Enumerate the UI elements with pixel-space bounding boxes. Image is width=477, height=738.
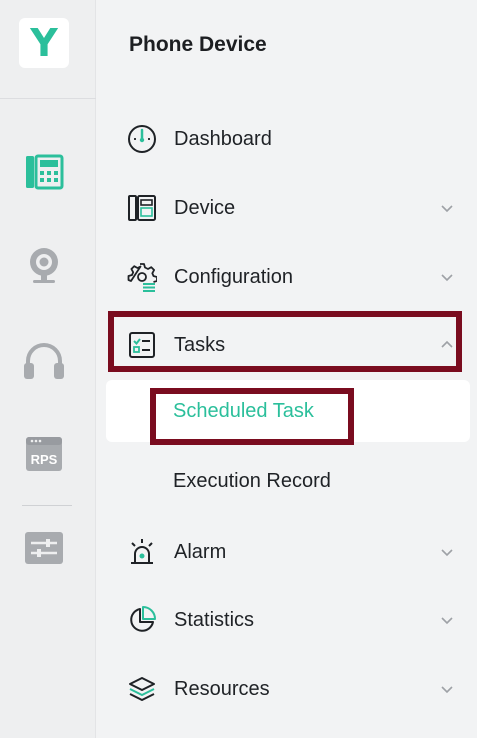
menu-label-tasks: Tasks — [174, 333, 226, 356]
headset-icon — [24, 343, 64, 379]
rail-item-settings[interactable] — [22, 526, 66, 570]
menu-label-resources: Resources — [174, 677, 270, 700]
pie-chart-icon — [126, 604, 158, 636]
submenu-label-execution-record: Execution Record — [173, 469, 331, 492]
gear-config-icon — [126, 261, 158, 293]
menu-item-dashboard[interactable]: Dashboard — [110, 115, 470, 163]
chevron-down-icon — [441, 686, 453, 694]
app-logo[interactable]: Y — [19, 18, 69, 68]
icon-rail: Y RPS — [0, 0, 96, 738]
webcam-icon — [30, 248, 58, 283]
menu-item-tasks[interactable]: Tasks — [110, 321, 470, 369]
desk-phone-icon — [126, 192, 158, 224]
task-checklist-icon — [126, 329, 158, 361]
rps-icon: RPS — [26, 437, 62, 471]
submenu-item-execution-record[interactable]: Execution Record — [106, 450, 470, 512]
chevron-down-icon — [441, 274, 453, 282]
menu-item-configuration[interactable]: Configuration — [110, 253, 470, 301]
menu-label-dashboard: Dashboard — [174, 127, 272, 150]
menu-label-statistics: Statistics — [174, 608, 255, 631]
rps-icon-label: RPS — [31, 452, 58, 467]
rail-item-headset[interactable] — [22, 339, 66, 383]
menu-item-device[interactable]: Device — [110, 184, 470, 232]
settings-sliders-icon — [25, 532, 63, 564]
menu-label-alarm: Alarm — [174, 540, 227, 563]
chevron-down-icon — [441, 617, 453, 625]
menu-label-configuration: Configuration — [174, 265, 293, 288]
phone-device-icon — [26, 154, 64, 190]
layers-icon — [126, 673, 158, 705]
menu-item-alarm[interactable]: Alarm — [110, 528, 470, 576]
chevron-up-icon — [441, 340, 453, 348]
logo-letter: Y — [30, 21, 58, 65]
rail-divider — [0, 98, 96, 99]
rail-item-webcam[interactable] — [22, 243, 66, 287]
rail-divider-lower — [22, 505, 72, 506]
rail-item-rps[interactable]: RPS — [22, 432, 66, 476]
submenu-label-scheduled-task: Scheduled Task — [173, 399, 314, 422]
dashboard-gauge-icon — [126, 123, 158, 155]
side-panel: Phone Device Dashboard Device Configurat… — [96, 0, 477, 738]
chevron-down-icon — [441, 205, 453, 213]
menu-item-statistics[interactable]: Statistics — [110, 596, 470, 644]
panel-title: Phone Device — [129, 33, 267, 56]
rail-item-phone-device[interactable] — [22, 150, 66, 194]
menu-label-device: Device — [174, 196, 236, 219]
alarm-siren-icon — [126, 536, 158, 568]
submenu-item-scheduled-task[interactable]: Scheduled Task — [106, 380, 470, 442]
menu-item-resources[interactable]: Resources — [110, 665, 470, 713]
chevron-down-icon — [441, 549, 453, 557]
